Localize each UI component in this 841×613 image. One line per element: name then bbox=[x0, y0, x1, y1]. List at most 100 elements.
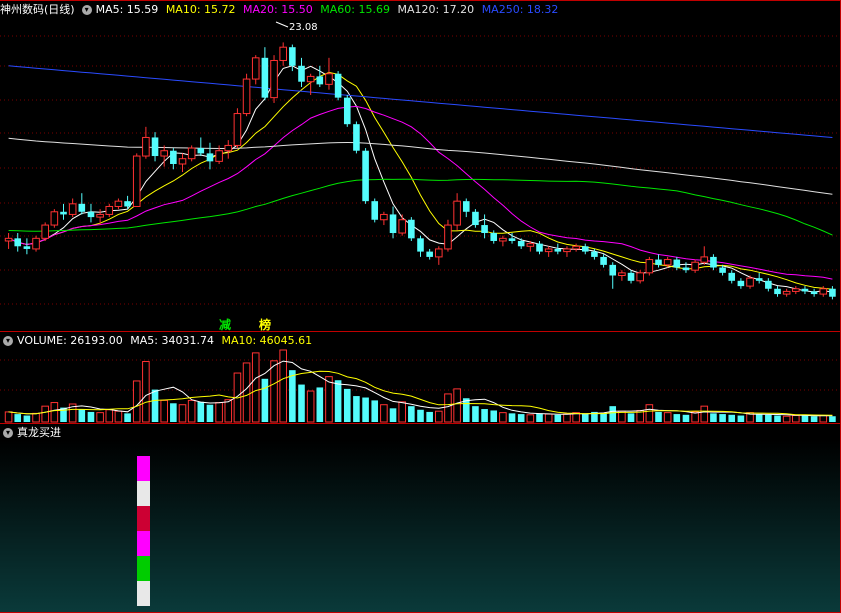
candle-body bbox=[23, 246, 31, 249]
volume-bar bbox=[792, 415, 800, 423]
candle-body bbox=[746, 277, 754, 287]
volume-bar bbox=[481, 409, 488, 422]
volume-bar bbox=[682, 414, 690, 422]
volume-bar bbox=[563, 413, 571, 423]
volume-bar bbox=[508, 413, 516, 422]
volume-bar bbox=[353, 396, 360, 422]
volume-bar bbox=[435, 410, 443, 423]
volume-bar bbox=[242, 362, 251, 423]
volume-bar bbox=[289, 370, 296, 422]
candle-body bbox=[60, 211, 67, 215]
candle-body bbox=[32, 237, 40, 250]
volume-bar bbox=[765, 414, 772, 422]
candle-body bbox=[444, 224, 452, 250]
candle-body bbox=[261, 57, 269, 98]
candle-body bbox=[508, 238, 516, 241]
candle-body bbox=[737, 280, 745, 287]
main-legend: 神州数码(日线) ▾ MA5: 15.59 MA10: 15.72 MA20: 15… bbox=[0, 2, 562, 18]
chevron-down-icon[interactable]: ▾ bbox=[3, 336, 13, 346]
candle-body bbox=[801, 288, 809, 292]
candle-body bbox=[68, 203, 77, 215]
indicator-segment-magenta bbox=[137, 531, 150, 556]
chevron-down-icon[interactable]: ▾ bbox=[81, 5, 92, 15]
candle-body bbox=[389, 214, 397, 234]
volume-legend: ▾ VOLUME: 26193.00 MA5: 34031.74 MA10: 46… bbox=[0, 333, 316, 349]
volume-bar bbox=[627, 413, 635, 422]
indicator-segment-green bbox=[137, 556, 150, 581]
volume-bar bbox=[663, 412, 672, 423]
candle-body bbox=[215, 150, 223, 162]
candle-body bbox=[270, 59, 278, 99]
candle-body bbox=[663, 259, 672, 266]
volume-bar bbox=[170, 403, 177, 422]
candle-body bbox=[618, 272, 626, 276]
candle-body bbox=[682, 267, 690, 271]
peak-price-label: 23.08 bbox=[289, 22, 318, 33]
volume-bar bbox=[325, 376, 333, 423]
candle-body bbox=[132, 155, 141, 207]
volume-ma5-label: MA5: 34031.74 bbox=[130, 334, 214, 347]
volume-bar bbox=[782, 415, 791, 423]
volume-bar bbox=[517, 414, 525, 422]
volume-bar bbox=[160, 399, 168, 423]
candle-body bbox=[755, 278, 763, 281]
candle-body bbox=[178, 158, 187, 165]
candle-body bbox=[170, 150, 177, 164]
candle-body bbox=[306, 75, 315, 83]
volume-bar bbox=[142, 361, 150, 423]
candle-body bbox=[224, 144, 233, 152]
volume-bar bbox=[105, 409, 114, 423]
indicator-segment-white bbox=[137, 581, 150, 606]
volume-bar bbox=[645, 404, 654, 423]
volume-bar bbox=[755, 414, 763, 422]
candle-body bbox=[481, 225, 488, 234]
candle-body bbox=[206, 153, 214, 162]
volume-bar bbox=[499, 412, 507, 423]
candle-body bbox=[728, 272, 736, 281]
ma60-line bbox=[8, 178, 833, 236]
volume-bar bbox=[710, 413, 717, 422]
volume-bar bbox=[270, 360, 278, 423]
tag-reduce: 减 bbox=[219, 318, 232, 332]
candle-body bbox=[417, 238, 424, 252]
volume-bar bbox=[14, 414, 22, 422]
volume-label: VOLUME: 26193.00 bbox=[17, 334, 123, 347]
volume-bar bbox=[700, 405, 709, 423]
volume-bar bbox=[215, 402, 223, 423]
volume-bar bbox=[829, 416, 836, 422]
volume-bar bbox=[536, 413, 543, 422]
candle-body bbox=[499, 237, 507, 242]
candle-body bbox=[289, 47, 296, 66]
chevron-down-icon[interactable]: ▾ bbox=[3, 428, 13, 438]
volume-bar bbox=[453, 388, 461, 423]
candle-body bbox=[526, 243, 535, 247]
candle-body bbox=[96, 213, 104, 218]
candle-body bbox=[765, 280, 772, 289]
candle-body bbox=[124, 201, 131, 207]
volume-bar bbox=[343, 388, 351, 422]
candle-body bbox=[426, 251, 433, 257]
candle-body bbox=[453, 200, 461, 226]
volume-bar bbox=[728, 414, 736, 422]
candle-body bbox=[298, 65, 305, 82]
ma60-label: MA60: 15.69 bbox=[320, 3, 390, 16]
volume-bar bbox=[719, 414, 726, 422]
candle-body bbox=[600, 256, 607, 265]
candle-body bbox=[691, 261, 699, 271]
candle-body bbox=[810, 291, 818, 295]
volume-bar bbox=[261, 378, 269, 422]
volume-bar bbox=[380, 404, 388, 423]
candle-body bbox=[829, 288, 836, 297]
candle-body bbox=[160, 150, 168, 157]
volume-ma-lines bbox=[8, 360, 833, 417]
candle-body bbox=[673, 259, 681, 268]
candle-body bbox=[472, 211, 479, 226]
volume-bar bbox=[23, 415, 31, 422]
candle-body bbox=[609, 264, 617, 276]
volume-bar bbox=[32, 412, 40, 423]
volume-bar bbox=[124, 413, 131, 422]
candle-body bbox=[78, 203, 86, 212]
indicator-segment-red bbox=[137, 506, 150, 531]
volume-bar bbox=[251, 352, 260, 423]
indicator-segment-magenta bbox=[137, 456, 150, 481]
